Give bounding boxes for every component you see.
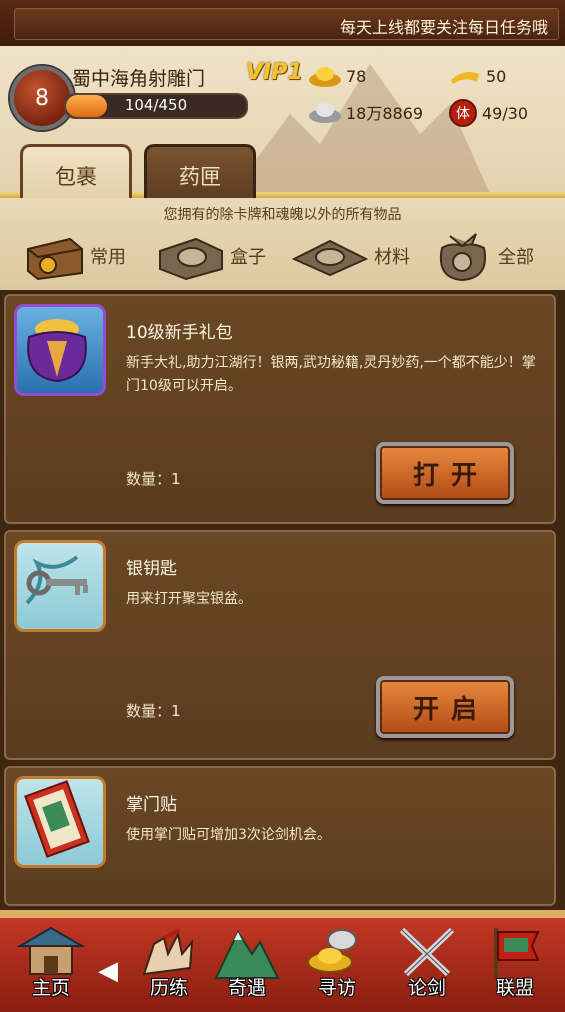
mountain-icon xyxy=(214,929,280,979)
category-common[interactable]: 常用 xyxy=(20,228,126,284)
gold-ingot-count: 78 xyxy=(346,66,367,86)
nav-home-label: 主页 xyxy=(31,977,70,999)
gold-ingot-resource: 78 xyxy=(308,64,366,88)
visit-icon xyxy=(307,929,357,973)
item-description: 新手大礼,助力江湖行！银两,武功秘籍,灵丹妙药,一个都不能少！掌门10级可以开启… xyxy=(126,355,536,394)
nav-alliance[interactable]: 联盟 xyxy=(470,922,560,1006)
crossed-swords-icon xyxy=(399,927,455,977)
inventory-hint: 您拥有的除卡牌和魂魄以外的所有物品 xyxy=(163,207,402,223)
item-quantity: 数量：1 xyxy=(126,702,181,720)
item-name: 掌门贴 xyxy=(126,795,177,815)
banner-icon xyxy=(494,928,540,978)
chevron-left-icon[interactable]: ◀ xyxy=(98,956,118,986)
nav-home[interactable]: 主页 xyxy=(6,922,96,1006)
category-box[interactable]: 盒子 xyxy=(156,228,266,284)
silver-ingot-icon xyxy=(309,103,341,123)
item-quantity: 数量：1 xyxy=(126,470,181,488)
category-strip: 您拥有的除卡牌和魂魄以外的所有物品 常用 盒子 材料 全部 xyxy=(0,198,565,290)
stamina-seal-icon: 体 xyxy=(449,99,477,127)
bag-icon xyxy=(440,233,486,282)
player-level: 8 xyxy=(35,85,49,111)
gift-bag-icon xyxy=(27,319,87,383)
gold-ingot-icon xyxy=(309,67,341,87)
category-box-label: 盒子 xyxy=(230,247,266,268)
category-materials-label: 材料 xyxy=(374,247,410,268)
exp-bar: 104/450 xyxy=(64,93,248,119)
silver-resource: 18万8869 xyxy=(308,100,423,124)
item-thumb-sect-token[interactable] xyxy=(14,776,106,868)
tab-inventory[interactable]: 包裹 xyxy=(20,144,132,204)
category-materials[interactable]: 材料 xyxy=(290,228,410,284)
marquee-text: 每天上线都要关注每日任务哦 xyxy=(339,18,548,37)
item-thumb-gift-pack[interactable] xyxy=(14,304,106,396)
sect-token-icon xyxy=(24,780,90,858)
nav-training-label: 历练 xyxy=(149,977,188,999)
item-card-gift-pack: 10级新手礼包 新手大礼,助力江湖行！银两,武功秘籍,灵丹妙药,一个都不能少！掌… xyxy=(4,294,556,524)
nav-encounter[interactable]: 奇遇 xyxy=(202,922,292,1006)
gold-bar-resource: 50 xyxy=(448,66,506,86)
svg-text:体: 体 xyxy=(456,106,470,122)
training-hand-icon xyxy=(142,928,194,976)
activate-button[interactable]: 开启 xyxy=(376,676,514,738)
box-icon xyxy=(159,237,223,281)
exp-text: 104/450 xyxy=(124,96,188,114)
nav-duel[interactable]: 论剑 xyxy=(382,922,472,1006)
vip-badge[interactable]: VIP1 xyxy=(246,60,303,85)
marquee-frame: 每天上线都要关注每日任务哦 xyxy=(14,8,559,40)
item-list[interactable]: 10级新手礼包 新手大礼,助力江湖行！银两,武功秘籍,灵丹妙药,一个都不能少！掌… xyxy=(0,290,565,910)
item-name: 10级新手礼包 xyxy=(126,323,233,343)
materials-icon xyxy=(291,239,369,277)
nav-duel-label: 论剑 xyxy=(407,977,446,999)
nav-visit[interactable]: 寻访 xyxy=(292,922,382,1006)
bottom-nav: 主页 ◀ 历练 奇遇 寻访 论剑 联盟 xyxy=(0,910,565,1012)
stamina-count: 49/30 xyxy=(482,103,529,123)
silver-key-icon xyxy=(25,555,88,605)
stamina-resource: 体 49/30 xyxy=(448,98,528,128)
item-name: 银钥匙 xyxy=(126,559,177,579)
silver-count: 18万8869 xyxy=(346,104,424,123)
nav-alliance-label: 联盟 xyxy=(495,977,534,999)
item-description: 用来打开聚宝银盆。 xyxy=(126,591,252,607)
category-all[interactable]: 全部 xyxy=(432,228,534,284)
tab-bar: 包裹 药匣 xyxy=(0,134,565,204)
category-all-label: 全部 xyxy=(498,247,534,268)
nav-visit-label: 寻访 xyxy=(317,977,356,999)
gold-bar-icon xyxy=(451,72,479,84)
nav-encounter-label: 奇遇 xyxy=(227,977,266,999)
item-thumb-silver-key[interactable] xyxy=(14,540,106,632)
nav-training[interactable]: 历练 xyxy=(124,922,214,1006)
marquee-bar: 每天上线都要关注每日任务哦 xyxy=(0,0,565,49)
player-name: 蜀中海角射雕门 xyxy=(72,68,206,90)
gold-bar-count: 50 xyxy=(486,66,507,86)
home-pagoda-icon xyxy=(16,926,86,975)
item-card-silver-key: 银钥匙 用来打开聚宝银盆。 数量：1 开启 xyxy=(4,530,556,760)
item-card-sect-token: 掌门贴 使用掌门贴可增加3次论剑机会。 xyxy=(4,766,556,906)
chest-icon xyxy=(27,237,83,281)
tab-medicine-box[interactable]: 药匣 xyxy=(144,144,256,204)
open-button[interactable]: 打开 xyxy=(376,442,514,504)
category-common-label: 常用 xyxy=(90,247,126,268)
item-description: 使用掌门贴可增加3次论剑机会。 xyxy=(126,827,331,843)
